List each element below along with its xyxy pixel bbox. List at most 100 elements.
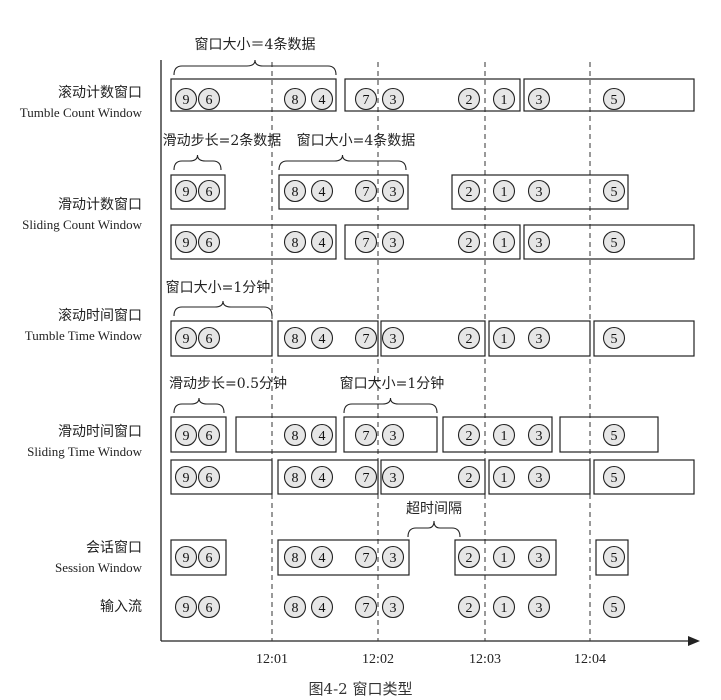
event-label-tumble-count-10: 5 — [611, 93, 618, 108]
brace-sliding-time-step — [173, 397, 225, 414]
event-label-tumble-count-7: 2 — [466, 93, 473, 108]
event-label-sliding-time-a-7: 2 — [466, 429, 473, 444]
event-label-sliding-count-b-9: 3 — [536, 236, 543, 251]
event-label-session-9: 3 — [536, 551, 543, 566]
tick-label-1201: 12:01 — [256, 652, 288, 667]
event-label-sliding-count-b-1: 9 — [183, 236, 190, 251]
event-label-sliding-time-b-8: 1 — [501, 471, 508, 486]
event-label-sliding-count-a-6: 3 — [390, 185, 397, 200]
event-label-tumble-count-1: 9 — [183, 93, 190, 108]
annotation-sliding-time-size: 窗口大小=1分钟 — [340, 375, 445, 392]
event-label-sliding-count-b-2: 6 — [206, 236, 213, 251]
event-label-sliding-count-b-3: 8 — [292, 236, 299, 251]
brace-session-gap — [407, 520, 461, 538]
tick-label-1203: 12:03 — [469, 652, 501, 667]
event-label-sliding-time-b-9: 3 — [536, 471, 543, 486]
event-label-input-stream-10: 5 — [611, 601, 618, 616]
event-label-sliding-count-b-10: 5 — [611, 236, 618, 251]
event-label-session-5: 7 — [363, 551, 370, 566]
event-label-tumble-count-3: 8 — [292, 93, 299, 108]
event-label-tumble-time-4: 4 — [319, 332, 326, 347]
tick-label-1202: 12:02 — [362, 652, 394, 667]
event-label-session-6: 3 — [390, 551, 397, 566]
figure-caption: 图4-2 窗口类型 — [308, 680, 413, 698]
brace-sliding-count-size — [278, 154, 407, 171]
event-label-sliding-count-a-7: 2 — [466, 185, 473, 200]
event-label-session-7: 2 — [466, 551, 473, 566]
brace-tumble-time-size — [173, 300, 273, 317]
event-label-tumble-time-3: 8 — [292, 332, 299, 347]
event-label-tumble-time-2: 6 — [206, 332, 213, 347]
event-label-sliding-time-a-1: 9 — [183, 429, 190, 444]
event-label-sliding-time-a-3: 8 — [292, 429, 299, 444]
event-label-tumble-time-7: 2 — [466, 332, 473, 347]
annotation-session-gap: 超时间隔 — [406, 501, 462, 517]
brace-tumble-count-size — [173, 59, 337, 76]
event-label-tumble-count-6: 3 — [390, 93, 397, 108]
event-label-tumble-time-1: 9 — [183, 332, 190, 347]
event-label-sliding-time-b-10: 5 — [611, 471, 618, 486]
event-label-session-10: 5 — [611, 551, 618, 566]
event-label-input-stream-9: 3 — [536, 601, 543, 616]
event-label-sliding-count-a-8: 1 — [501, 185, 508, 200]
event-label-sliding-count-a-3: 8 — [292, 185, 299, 200]
event-label-session-2: 6 — [206, 551, 213, 566]
event-label-session-4: 4 — [319, 551, 326, 566]
event-label-sliding-time-a-5: 7 — [363, 429, 370, 444]
event-label-tumble-count-4: 4 — [319, 93, 326, 108]
event-label-input-stream-6: 3 — [390, 601, 397, 616]
annotation-tumble-count-size: 窗口大小＝4条数据 — [195, 36, 316, 53]
event-label-sliding-time-b-5: 7 — [363, 471, 370, 486]
event-label-input-stream-2: 6 — [206, 601, 213, 616]
event-label-sliding-time-a-4: 4 — [319, 429, 326, 444]
event-label-sliding-count-a-9: 3 — [536, 185, 543, 200]
event-label-sliding-time-a-9: 3 — [536, 429, 543, 444]
time-axis-arrow — [688, 636, 700, 646]
event-label-tumble-count-2: 6 — [206, 93, 213, 108]
event-label-sliding-time-b-2: 6 — [206, 471, 213, 486]
event-label-tumble-count-8: 1 — [501, 93, 508, 108]
annotation-tumble-time-size: 窗口大小=1分钟 — [166, 279, 271, 296]
annotation-sliding-count-size: 窗口大小=4条数据 — [297, 132, 416, 149]
event-label-input-stream-1: 9 — [183, 601, 190, 616]
event-label-sliding-time-b-4: 4 — [319, 471, 326, 486]
event-label-tumble-time-8: 1 — [501, 332, 508, 347]
event-label-sliding-count-a-1: 9 — [183, 185, 190, 200]
event-label-sliding-time-a-8: 1 — [501, 429, 508, 444]
tick-label-1204: 12:04 — [574, 652, 606, 667]
event-label-tumble-count-9: 3 — [536, 93, 543, 108]
brace-sliding-count-step — [173, 154, 222, 171]
brace-sliding-time-size — [343, 397, 438, 414]
annotation-sliding-count-step: 滑动步长=2条数据 — [163, 132, 282, 149]
event-label-sliding-time-a-10: 5 — [611, 429, 618, 444]
event-label-sliding-count-b-7: 2 — [466, 236, 473, 251]
annotation-sliding-time-step: 滑动步长=0.5分钟 — [169, 375, 287, 392]
diagram-canvas: 9 6 8 4 7 3 2 1 3 5 9 6 8 4 7 3 2 1 3 5 9 6 8 4 7 3 2 1 3 5 9 6 8 4 7 3 2 1 3 5… — [160, 36, 700, 646]
event-label-sliding-count-b-8: 1 — [501, 236, 508, 251]
event-label-sliding-count-b-6: 3 — [390, 236, 397, 251]
event-label-sliding-count-a-4: 4 — [319, 185, 326, 200]
event-label-sliding-time-a-6: 3 — [390, 429, 397, 444]
event-label-sliding-time-b-1: 9 — [183, 471, 190, 486]
event-label-sliding-time-b-3: 8 — [292, 471, 299, 486]
event-label-sliding-count-b-5: 7 — [363, 236, 370, 251]
event-label-input-stream-5: 7 — [363, 601, 370, 616]
window-types-diagram: 滚动计数窗口 Tumble Count Window 滑动计数窗口 Slidin… — [0, 0, 721, 700]
event-label-tumble-time-6: 3 — [390, 332, 397, 347]
event-label-sliding-count-a-5: 7 — [363, 185, 370, 200]
event-label-sliding-time-b-7: 2 — [466, 471, 473, 486]
event-label-tumble-time-10: 5 — [611, 332, 618, 347]
event-label-input-stream-4: 4 — [319, 601, 326, 616]
event-label-input-stream-3: 8 — [292, 601, 299, 616]
event-label-tumble-time-5: 7 — [363, 332, 370, 347]
event-label-tumble-count-5: 7 — [363, 93, 370, 108]
event-label-sliding-count-a-2: 6 — [206, 185, 213, 200]
event-label-tumble-time-9: 3 — [536, 332, 543, 347]
event-label-session-8: 1 — [501, 551, 508, 566]
event-label-session-3: 8 — [292, 551, 299, 566]
event-label-sliding-count-b-4: 4 — [319, 236, 326, 251]
event-label-sliding-time-b-6: 3 — [390, 471, 397, 486]
event-label-input-stream-8: 1 — [501, 601, 508, 616]
event-label-sliding-count-a-10: 5 — [611, 185, 618, 200]
event-label-sliding-time-a-2: 6 — [206, 429, 213, 444]
